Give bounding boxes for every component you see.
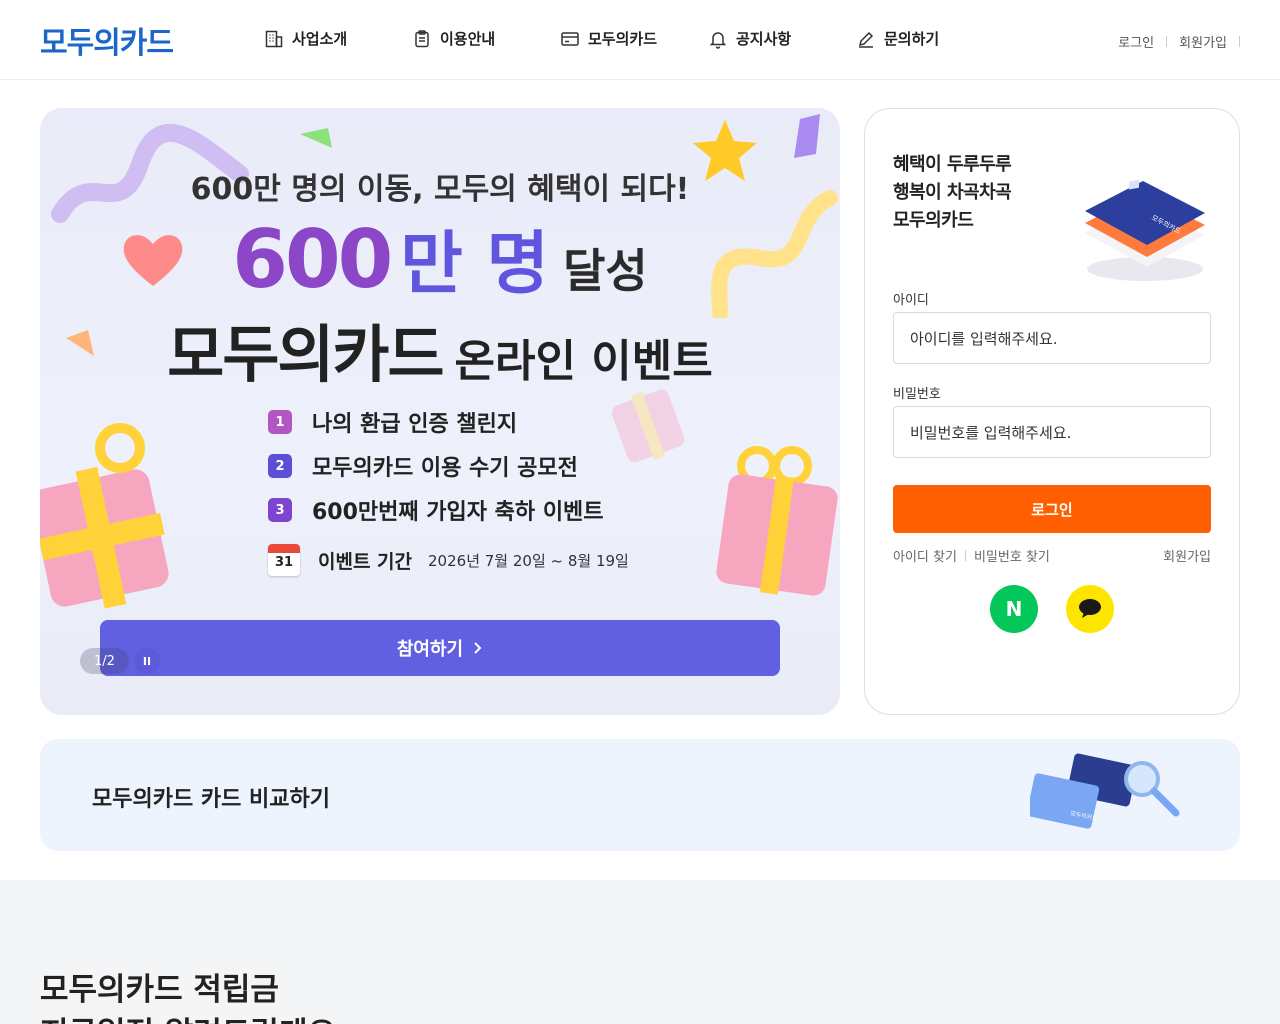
divider	[1166, 36, 1168, 47]
headline-number: 600	[232, 213, 393, 306]
clipboard-icon	[415, 29, 429, 47]
signup-link[interactable]: 회원가입	[1163, 546, 1211, 565]
slogan-line: 행복이 차곡차곡	[893, 182, 1012, 203]
event-number-badge: 3	[268, 498, 292, 522]
naver-login-button[interactable]: N	[990, 585, 1038, 633]
event-label: 600만번째 가입자 축하 이벤트	[312, 500, 604, 525]
headline-unit: 만 명	[400, 225, 550, 304]
nav-item-inquiry[interactable]: 문의하기	[856, 28, 939, 49]
slide-pager: 1/2	[80, 648, 129, 674]
slogan-line: 혜택이 두루두루	[893, 154, 1012, 175]
banner-headline: 600 만 명 달성	[40, 208, 840, 307]
password-label: 비밀번호	[893, 387, 941, 402]
divider	[1239, 36, 1240, 47]
bell-icon	[709, 31, 727, 49]
nav-label: 모두의카드	[588, 30, 658, 48]
points-section: 모두의카드 적립금 지급일정 알려드릴게요	[0, 880, 1280, 1024]
auth-links: 로그인 회원가입	[1118, 32, 1252, 51]
nav-item-about[interactable]: 사업소개	[264, 28, 347, 49]
event-period: 31 이벤트 기간 2026년 7월 20일 ~ 8월 19일	[268, 544, 629, 576]
pencil-icon	[858, 31, 874, 48]
title-sub: 온라인 이벤트	[454, 336, 713, 387]
gift-box-decoration	[40, 423, 169, 609]
section-title-line2: 지급일정 알려드릴게요	[40, 1008, 336, 1024]
password-input[interactable]: 비밀번호를 입력해주세요.	[893, 406, 1211, 458]
find-id-link[interactable]: 아이디 찾기	[893, 546, 957, 565]
event-label: 나의 환급 인증 챌린지	[312, 412, 518, 437]
join-event-button[interactable]: 참여하기	[100, 620, 780, 676]
nav-item-notice[interactable]: 공지사항	[708, 28, 791, 49]
pause-button[interactable]: II	[134, 648, 160, 674]
confetti-decoration	[300, 128, 332, 148]
calendar-icon: 31	[268, 544, 300, 576]
building-icon	[265, 30, 283, 47]
nav-label: 공지사항	[736, 30, 792, 48]
account-links: 아이디 찾기 비밀번호 찾기 회원가입	[893, 546, 1211, 565]
site-header: 모두의카드 사업소개 이용안내 모두의카드 공지사항 문의하기 로그인 회원가입	[0, 0, 1280, 80]
nav-label: 문의하기	[884, 30, 940, 48]
id-input[interactable]: 아이디를 입력해주세요.	[893, 312, 1211, 364]
gift-box-decoration	[716, 446, 838, 596]
chevron-right-icon	[474, 642, 482, 654]
period-dates: 2026년 7월 20일 ~ 8월 19일	[428, 551, 629, 570]
login-panel: 혜택이 두루두루 행복이 차곡차곡 모두의카드 모두의카드 아이디 아이디를 입…	[864, 108, 1240, 715]
section-title: 모두의카드 적립금	[40, 972, 279, 1008]
compare-label: 모두의카드 카드 비교하기	[92, 787, 330, 812]
header-signup-link[interactable]: 회원가입	[1179, 32, 1227, 51]
card-stack-illustration: 모두의카드	[1085, 179, 1205, 281]
id-label: 아이디	[893, 293, 929, 308]
nav-item-guide[interactable]: 이용안내	[412, 28, 495, 49]
title-main: 모두의카드	[167, 318, 444, 391]
confetti-decoration	[794, 114, 820, 158]
headline-achieved: 달성	[563, 244, 648, 298]
calendar-day: 31	[274, 555, 294, 570]
kakao-login-button[interactable]	[1066, 585, 1114, 633]
banner-title: 모두의카드 온라인 이벤트	[40, 304, 840, 394]
slogan: 혜택이 두루두루 행복이 차곡차곡 모두의카드	[893, 151, 1012, 235]
period-label: 이벤트 기간	[318, 550, 413, 573]
card-compare-illustration: 모두의카드	[1030, 753, 1180, 829]
event-item: 3 600만번째 가입자 축하 이벤트	[268, 488, 604, 532]
event-number-badge: 1	[268, 410, 292, 434]
find-password-link[interactable]: 비밀번호 찾기	[974, 546, 1050, 565]
event-label: 모두의카드 이용 수기 공모전	[312, 456, 578, 481]
header-login-link[interactable]: 로그인	[1118, 32, 1154, 51]
divider	[964, 550, 966, 561]
join-label: 참여하기	[396, 639, 464, 660]
site-logo[interactable]: 모두의카드	[40, 18, 174, 62]
nav-item-card[interactable]: 모두의카드	[560, 28, 657, 49]
login-button[interactable]: 로그인	[893, 485, 1211, 533]
event-list: 1 나의 환급 인증 챌린지 2 모두의카드 이용 수기 공모전 3 600만번…	[268, 400, 604, 532]
event-item: 1 나의 환급 인증 챌린지	[268, 400, 604, 444]
naver-icon: N	[1005, 597, 1023, 621]
card-compare-banner[interactable]: 모두의카드 카드 비교하기 모두의카드	[40, 739, 1240, 851]
banner-subtitle: 600만 명의 이동, 모두의 혜택이 되다!	[190, 172, 690, 207]
event-number-badge: 2	[268, 454, 292, 478]
event-item: 2 모두의카드 이용 수기 공모전	[268, 444, 604, 488]
slogan-line: 모두의카드	[893, 210, 974, 231]
kakao-chat-icon	[1079, 599, 1101, 618]
nav-label: 이용안내	[440, 30, 496, 48]
card-icon	[561, 31, 579, 46]
event-banner[interactable]: 600만 명의 이동, 모두의 혜택이 되다! 600 만 명 달성 모두의카드 온라…	[40, 108, 840, 715]
nav-label: 사업소개	[292, 30, 348, 48]
